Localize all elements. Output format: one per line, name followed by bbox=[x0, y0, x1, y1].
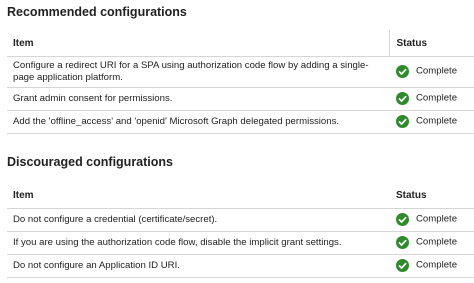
status-cell: Complete bbox=[389, 254, 474, 278]
item-cell: Configure a redirect URI for a SPA using… bbox=[7, 56, 389, 88]
status-column-header[interactable]: Status bbox=[388, 30, 474, 57]
table-row: Do not configure a credential (certifica… bbox=[7, 208, 474, 232]
table-row: Configure a redirect URI for a SPA using… bbox=[7, 56, 474, 88]
item-cell: Grant admin consent for permissions. bbox=[7, 87, 389, 111]
item-column-header[interactable]: Item bbox=[7, 30, 389, 57]
status-text: Complete bbox=[416, 213, 458, 225]
status-cell: Complete bbox=[389, 231, 474, 255]
status-text: Complete bbox=[416, 115, 458, 127]
item-cell: Add the 'offline_access' and 'openid' Mi… bbox=[7, 110, 389, 134]
status-text: Complete bbox=[416, 92, 458, 104]
item-column-header[interactable]: Item bbox=[7, 182, 389, 209]
item-cell: If you are using the authorization code … bbox=[7, 231, 389, 255]
table-row: Do not configure an Application ID URI. … bbox=[7, 254, 474, 278]
item-cell: Do not configure an Application ID URI. bbox=[7, 254, 389, 278]
check-circle-icon bbox=[396, 213, 409, 227]
check-circle-icon bbox=[396, 115, 409, 129]
status-cell: Complete bbox=[389, 56, 474, 88]
status-text: Complete bbox=[416, 65, 458, 77]
status-cell: Complete bbox=[389, 208, 474, 232]
table-header-row: Item Status bbox=[7, 30, 474, 57]
check-circle-icon bbox=[396, 236, 409, 250]
check-circle-icon bbox=[396, 259, 409, 273]
discouraged-table: Item Status Do not configure a credentia… bbox=[7, 182, 474, 278]
status-column-header[interactable]: Status bbox=[389, 182, 474, 209]
table-row: Add the 'offline_access' and 'openid' Mi… bbox=[7, 110, 474, 134]
status-text: Complete bbox=[416, 236, 458, 248]
discouraged-section: Discouraged configurations Item Status D… bbox=[7, 154, 474, 278]
status-cell: Complete bbox=[389, 110, 474, 134]
status-cell: Complete bbox=[389, 87, 474, 111]
table-row: Grant admin consent for permissions. Com… bbox=[7, 87, 474, 111]
discouraged-title: Discouraged configurations bbox=[7, 155, 173, 169]
table-row: If you are using the authorization code … bbox=[7, 231, 474, 255]
check-circle-icon bbox=[396, 92, 409, 106]
check-circle-icon bbox=[396, 65, 409, 79]
table-header-row: Item Status bbox=[7, 182, 474, 209]
item-cell: Do not configure a credential (certifica… bbox=[7, 208, 389, 232]
recommended-section: Recommended configurations Item Status C… bbox=[7, 4, 474, 134]
status-text: Complete bbox=[416, 259, 458, 271]
recommended-table: Item Status Configure a redirect URI for… bbox=[7, 30, 474, 134]
recommended-title: Recommended configurations bbox=[7, 5, 187, 19]
